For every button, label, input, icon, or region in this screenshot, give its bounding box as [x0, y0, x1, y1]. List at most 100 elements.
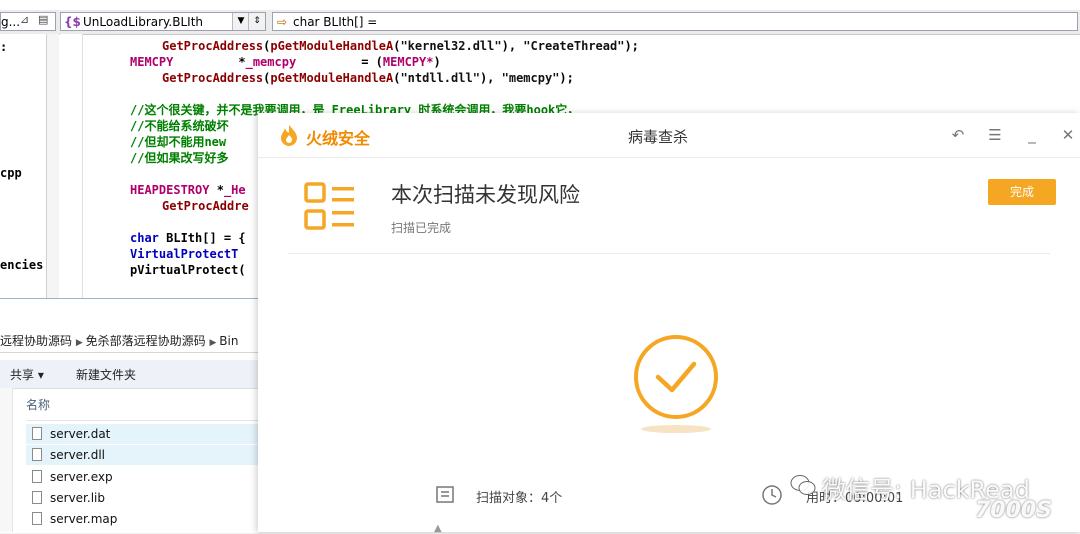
panel-scrollbar[interactable] [46, 34, 59, 300]
nav-pane [0, 388, 13, 532]
code-line: VirtualProtectT [130, 246, 238, 262]
list-item[interactable]: server.dll [26, 445, 258, 465]
class-combo[interactable]: {$ UnLoadLibrary.BLIth ▼ ⇕ [60, 12, 266, 31]
result-title: 本次扫描未发现风险 [391, 183, 580, 207]
share-button[interactable]: 共享 ▾ [10, 366, 44, 383]
code-line: //但如果改写好多 [130, 150, 228, 166]
member-combo-value: char BLIth[] = [293, 15, 378, 29]
code-token: MEMCPY* [382, 55, 434, 69]
window-title: 病毒查杀 [628, 128, 689, 146]
list-item[interactable]: server.dat [26, 424, 258, 444]
code-token: GetProcAddre [162, 199, 249, 213]
code-token: _He [223, 183, 246, 197]
scan-object-icon [436, 486, 454, 503]
file-icon [32, 512, 42, 525]
layout-icon[interactable]: ▤ [38, 13, 54, 30]
new-folder-button[interactable]: 新建文件夹 [76, 366, 136, 383]
tree-item[interactable]: : [0, 40, 7, 54]
breadcrumb-item[interactable]: 远程协助源码 [0, 334, 72, 348]
done-button[interactable]: 完成 [988, 179, 1056, 205]
dialog-titlebar: 火绒安全 病毒查杀 ↶ ☰ _ ✕ [258, 113, 1080, 158]
scan-objects-stat: 扫描对象：4个 [476, 491, 563, 506]
code-token: "CreateThread" [523, 39, 625, 53]
minimize-icon[interactable]: _ [1022, 125, 1042, 145]
project-combo-value: g... [1, 15, 21, 29]
clock-icon [762, 485, 782, 505]
code-token: //但却不能用new [130, 135, 227, 149]
code-token: pGetModuleHandleA [270, 39, 394, 53]
breadcrumb[interactable]: 远程协助源码 ▶ 免杀部落远程协助源码 ▶ Bin [0, 330, 258, 353]
code-line: GetProcAddress(pGetModuleHandleA("ntdll.… [162, 70, 574, 86]
code-line: GetProcAddre [162, 198, 249, 214]
header-divider [26, 420, 258, 421]
file-name: server.lib [50, 491, 105, 505]
code-line: //不能给系统破坏 [130, 118, 228, 134]
file-name: server.dll [50, 448, 105, 462]
editor-gutter [60, 34, 83, 300]
class-combo-value: UnLoadLibrary.BLIth [83, 15, 204, 29]
code-token: "memcpy" [501, 71, 560, 85]
file-name: server.dat [50, 427, 111, 441]
code-token: * [173, 55, 246, 69]
menu-icon[interactable]: ☰ [985, 125, 1005, 145]
chevron-down-icon[interactable]: ▼ [232, 13, 249, 30]
explorer-command-bar: 共享 ▾ 新建文件夹 [0, 360, 258, 389]
code-line: GetProcAddress(pGetModuleHandleA("kernel… [162, 38, 639, 54]
list-item[interactable]: server.map [26, 509, 258, 529]
code-token: ), [479, 71, 502, 85]
code-line: char BLIth[] = { [130, 230, 246, 246]
code-token: _memcpy [245, 55, 297, 69]
watermark-site: 7000S [975, 498, 1053, 523]
breadcrumb-item[interactable]: Bin [219, 334, 238, 348]
code-token: ) [433, 55, 441, 69]
back-icon[interactable]: ↶ [948, 125, 968, 145]
code-token: BLIth[] = { [158, 231, 246, 245]
code-token: GetProcAddress [162, 39, 264, 53]
code-token: "kernel32.dll" [400, 39, 502, 53]
code-token: MEMCPY [130, 55, 174, 69]
code-token: "ntdll.dll" [400, 71, 480, 85]
member-icon: ⇨ [277, 15, 288, 29]
check-shadow [641, 425, 711, 433]
member-combo[interactable]: ⇨ char BLIth[] = [272, 12, 1078, 31]
result-subtitle: 扫描已完成 [391, 221, 452, 235]
code-line: pVirtualProtect( [130, 262, 246, 278]
code-token: ); [559, 71, 574, 85]
spin-icon[interactable]: ⇕ [248, 13, 265, 30]
section-divider [288, 253, 1050, 254]
code-token: //但如果改写好多 [130, 151, 229, 165]
code-token: pVirtualProtect( [130, 263, 246, 277]
list-item[interactable]: server.exp [26, 467, 258, 487]
code-token: * [209, 183, 224, 197]
code-token: char [130, 231, 159, 245]
code-line: MEMCPY *_memcpy = (MEMCPY*) [130, 54, 441, 70]
code-token: HEAPDESTROY [130, 183, 210, 197]
file-name: server.map [50, 512, 118, 526]
close-icon[interactable]: ✕ [1058, 125, 1078, 145]
file-name: server.exp [50, 470, 113, 484]
code-line: HEAPDESTROY *_He [130, 182, 246, 198]
tree-item[interactable]: cpp [0, 166, 22, 180]
scan-result-list-icon [304, 182, 354, 230]
column-header-name[interactable]: 名称 [26, 396, 50, 413]
code-token: VirtualProtectT [130, 247, 239, 261]
editor-toolbar: g... ⊿ ▤ {$ UnLoadLibrary.BLIth ▼ ⇕ ⇨ ch… [0, 10, 1080, 35]
code-token: ), [501, 39, 524, 53]
success-check-icon [634, 335, 718, 419]
wechat-icon [790, 475, 816, 495]
breadcrumb-chevron-icon: ▶ [209, 338, 220, 348]
code-token: = ( [296, 55, 383, 69]
class-braces-icon: {$ [64, 15, 81, 29]
dll-file-icon [32, 448, 42, 461]
breadcrumb-item[interactable]: 免杀部落远程协助源码 [86, 334, 206, 348]
file-icon [32, 491, 42, 504]
brand-name: 火绒安全 [306, 129, 371, 148]
partial-icon: ▲ [434, 523, 442, 534]
flame-logo-icon [281, 125, 297, 146]
code-token: pGetModuleHandleA [270, 71, 394, 85]
code-line: //但却不能用new [130, 134, 226, 150]
list-item[interactable]: server.lib [26, 488, 258, 508]
tree-item[interactable]: encies [0, 258, 43, 272]
split-view-icon[interactable]: ⊿ [20, 13, 36, 30]
file-icon [32, 427, 42, 440]
